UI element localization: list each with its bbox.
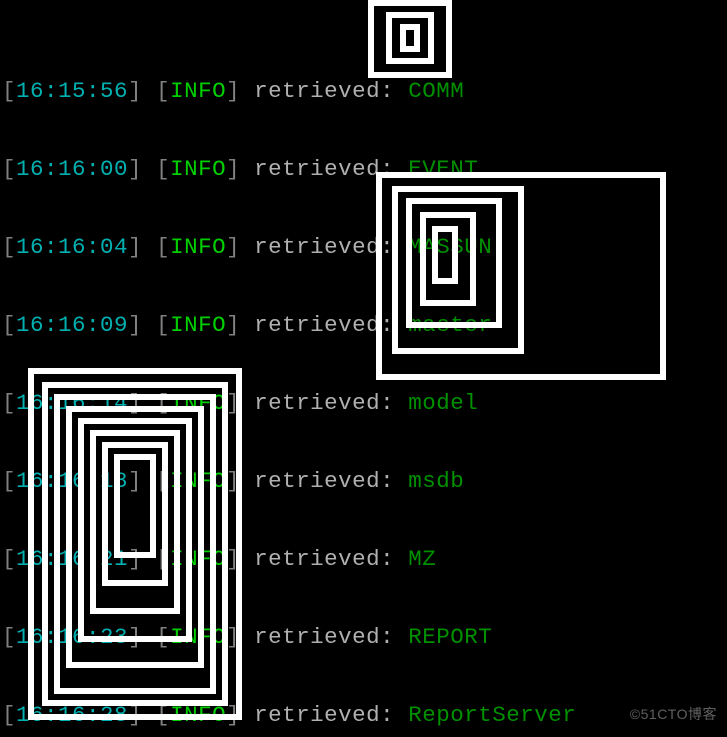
log-line: [16:16:00] [INFO] retrieved: EVENT [2,156,725,182]
log-line: [16:16:23] [INFO] retrieved: REPORT [2,624,725,650]
watermark: ©51CTO博客 [630,701,717,727]
log-line: [16:16:21] [INFO] retrieved: MZ [2,546,725,572]
log-line: [16:16:09] [INFO] retrieved: master [2,312,725,338]
log-line: [16:15:56] [INFO] retrieved: COMM [2,78,725,104]
log-line: [16:16:04] [INFO] retrieved: MASSUN [2,234,725,260]
log-line: [16:16:14] [INFO] retrieved: model [2,390,725,416]
log-line: [16:16:28] [INFO] retrieved: ReportServe… [2,702,725,728]
log-line: [16:16:18] [INFO] retrieved: msdb [2,468,725,494]
terminal-output: [16:15:56] [INFO] retrieved: COMM [16:16… [0,0,727,737]
